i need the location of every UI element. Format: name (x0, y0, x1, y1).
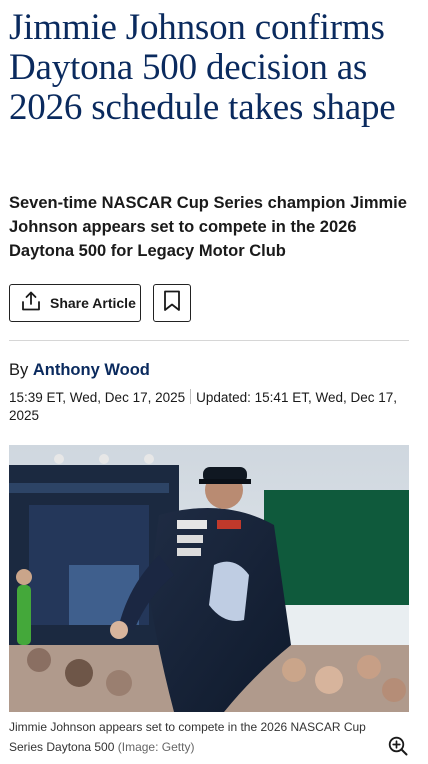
author-link[interactable]: Anthony Wood (33, 361, 150, 379)
article-photo[interactable] (9, 445, 409, 712)
article-standfirst: Seven-time NASCAR Cup Series champion Ji… (9, 194, 407, 260)
published-date: 15:39 ET, Wed, Dec 17, 2025 (9, 390, 186, 405)
image-caption: Jimmie Johnson appears set to compete in… (9, 717, 389, 757)
zoom-in-icon (388, 736, 408, 761)
bookmark-icon (163, 290, 181, 317)
byline: By Anthony Wood (9, 361, 150, 380)
share-article-button[interactable]: Share Article (9, 284, 141, 322)
article-page: Jimmie Johnson confirms Daytona 500 deci… (0, 0, 428, 764)
save-article-button[interactable] (153, 284, 191, 322)
date-separator (190, 389, 192, 404)
byline-prefix: By (9, 361, 29, 379)
article-headline: Jimmie Johnson confirms Daytona 500 deci… (9, 7, 396, 128)
share-article-label: Share Article (50, 295, 136, 311)
zoom-image-button[interactable] (387, 736, 409, 761)
header-divider (9, 340, 409, 341)
caption-credit: (Image: Getty) (117, 740, 195, 754)
share-icon (20, 290, 42, 317)
photo-illustration (9, 445, 409, 712)
article-dates: 15:39 ET, Wed, Dec 17, 2025 Updated: 15:4… (9, 389, 409, 425)
